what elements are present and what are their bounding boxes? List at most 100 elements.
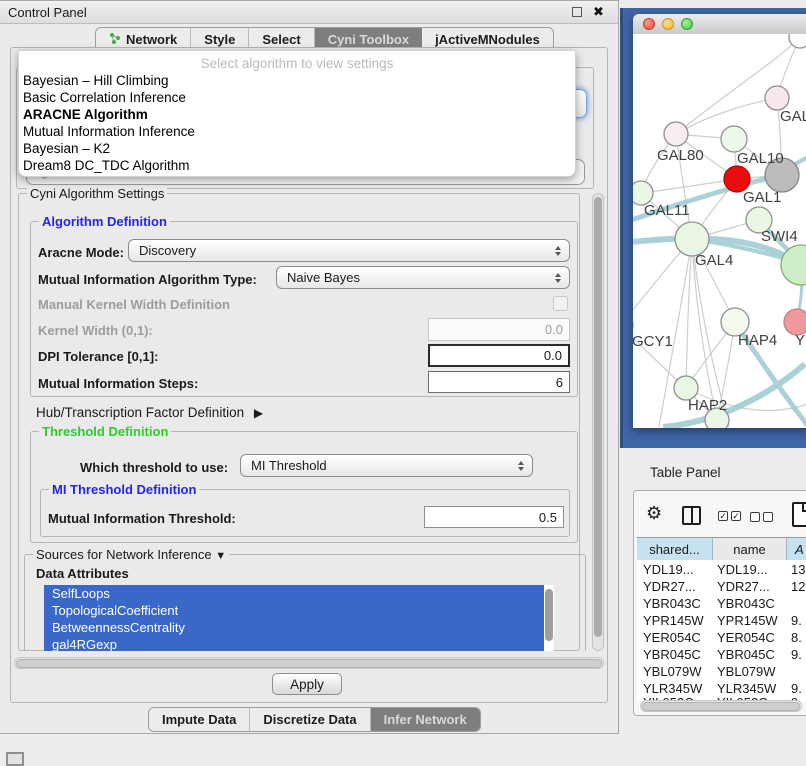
dpi-tolerance-field[interactable]: 0.0 bbox=[428, 344, 570, 367]
kernel-width-field: 0.0 bbox=[428, 318, 570, 341]
stepper-icon bbox=[518, 461, 524, 471]
table-row: YDR27... bbox=[643, 579, 696, 594]
threshold-definition-title: Threshold Definition bbox=[39, 424, 171, 439]
close-traffic-light[interactable] bbox=[643, 18, 655, 30]
node-gal80 bbox=[664, 122, 688, 146]
label-gal-cut: GAL bbox=[780, 108, 806, 125]
node-labels: GAL GAL80 GAL10 GAL1 GAL11 SWI4 GAL4 HAP… bbox=[633, 108, 806, 414]
list-item-gal4rgexp[interactable]: gal4RGexp bbox=[44, 636, 544, 651]
zoom-traffic-light[interactable] bbox=[681, 18, 693, 30]
network-icon bbox=[109, 32, 121, 48]
mi-threshold-field[interactable]: 0.5 bbox=[424, 506, 564, 528]
node-gal10 bbox=[721, 126, 747, 152]
control-panel-window: Control Panel ✖ Network Style Select Cyn… bbox=[0, 0, 619, 734]
stepper-icon bbox=[555, 246, 561, 256]
label-gal1: GAL1 bbox=[743, 189, 781, 206]
node-big-green bbox=[781, 245, 806, 285]
which-threshold-label: Which threshold to use: bbox=[80, 460, 228, 475]
tab-discretize-data[interactable]: Discretize Data bbox=[250, 708, 370, 731]
data-attributes-label: Data Attributes bbox=[36, 566, 129, 581]
dropdown-item-aracne[interactable]: ARACNE Algorithm bbox=[19, 106, 575, 123]
aracne-mode-combobox[interactable]: Discovery bbox=[128, 239, 570, 262]
attributes-list-scrollbar[interactable] bbox=[544, 585, 554, 651]
algorithm-definition-title: Algorithm Definition bbox=[39, 214, 170, 229]
dropdown-item-mutual-information[interactable]: Mutual Information Inference bbox=[19, 123, 575, 140]
label-gal4: GAL4 bbox=[695, 252, 733, 269]
list-item-selfloops[interactable]: SelfLoops bbox=[44, 585, 544, 602]
label-hap4: HAP4 bbox=[738, 332, 777, 349]
table-row: YBR043C bbox=[643, 596, 701, 611]
which-threshold-combobox[interactable]: MI Threshold bbox=[240, 454, 533, 477]
table-body[interactable]: YDL19...YDL19...13 YDR27...YDR27...12 YB… bbox=[637, 560, 806, 701]
close-icon[interactable]: ✖ bbox=[593, 4, 604, 20]
label-gal80: GAL80 bbox=[657, 147, 704, 164]
mi-steps-field[interactable]: 6 bbox=[428, 371, 570, 393]
column-header-name[interactable]: name bbox=[713, 538, 787, 561]
mi-threshold-definition-title: MI Threshold Definition bbox=[49, 482, 199, 497]
stepper-icon bbox=[555, 273, 561, 283]
sources-title[interactable]: Sources for Network Inference ▼ bbox=[33, 547, 229, 562]
dropdown-item-dream8[interactable]: Dream8 DC_TDC Algorithm bbox=[19, 157, 575, 174]
table-row: YBR045C bbox=[643, 647, 701, 662]
column-layout-icon[interactable] bbox=[682, 506, 701, 525]
kernel-width-label: Kernel Width (0,1): bbox=[38, 323, 153, 338]
node-gal4 bbox=[675, 222, 709, 256]
algorithm-dropdown-popup: Select algorithm to view settings Bayesi… bbox=[18, 50, 576, 177]
label-hap2: HAP2 bbox=[688, 397, 727, 414]
network-graph-canvas[interactable]: GAL GAL80 GAL10 GAL1 GAL11 SWI4 GAL4 HAP… bbox=[633, 34, 806, 428]
dropdown-item-basic-correlation[interactable]: Basic Correlation Inference bbox=[19, 89, 575, 106]
manual-kernel-width-checkbox[interactable] bbox=[553, 296, 568, 311]
float-window-icon[interactable] bbox=[572, 7, 582, 17]
dropdown-item-bayesian-hill-climbing[interactable]: Bayesian – Hill Climbing bbox=[19, 72, 575, 89]
table-row: YPR145W bbox=[643, 613, 704, 628]
table-panel: ⚙ ✓✓ shared... name A YDL19...YDL19...13… bbox=[633, 490, 806, 716]
table-row: YLR345W bbox=[643, 681, 702, 696]
apply-button[interactable]: Apply bbox=[272, 673, 342, 695]
dpi-tolerance-label: DPI Tolerance [0,1]: bbox=[38, 349, 158, 364]
table-header-row: shared... name A bbox=[637, 537, 806, 562]
network-window-titlebar bbox=[633, 14, 806, 35]
table-row: YER054C bbox=[643, 630, 701, 645]
table-row: YDL19... bbox=[643, 562, 694, 577]
table-panel-title: Table Panel bbox=[650, 465, 721, 480]
bottom-tabbar: Impute Data Discretize Data Infer Networ… bbox=[148, 707, 481, 732]
manual-kernel-width-label: Manual Kernel Width Definition bbox=[38, 297, 230, 312]
table-row: YBL079W bbox=[643, 664, 702, 679]
new-table-icon[interactable] bbox=[792, 502, 806, 527]
control-panel-title: Control Panel bbox=[8, 5, 87, 20]
aracne-mode-value: Discovery bbox=[139, 243, 196, 258]
aracne-mode-label: Aracne Mode: bbox=[38, 245, 124, 260]
tab-infer-network[interactable]: Infer Network bbox=[371, 708, 480, 731]
mi-threshold-label: Mutual Information Threshold: bbox=[48, 511, 236, 526]
hub-definition-toggle[interactable]: Hub/Transcription Factor Definition ▶ bbox=[36, 405, 263, 420]
network-view-window: GAL GAL80 GAL10 GAL1 GAL11 SWI4 GAL4 HAP… bbox=[633, 14, 806, 428]
mi-steps-label: Mutual Information Steps: bbox=[38, 376, 198, 391]
list-item-topologicalcoefficient[interactable]: TopologicalCoefficient bbox=[44, 602, 544, 619]
table-settings-button[interactable]: ⚙ bbox=[646, 503, 662, 524]
deselect-all-checkboxes-icon[interactable] bbox=[750, 512, 773, 522]
expanded-arrow-icon: ▼ bbox=[215, 550, 226, 562]
app-root: { "colors":{"selection_blue":"#3a68c8","… bbox=[0, 0, 806, 762]
settings-horizontal-scrollbar[interactable] bbox=[14, 657, 604, 669]
which-threshold-value: MI Threshold bbox=[251, 458, 327, 473]
table-horizontal-scrollbar[interactable] bbox=[640, 700, 802, 712]
control-panel-titlebar: Control Panel ✖ bbox=[0, 1, 618, 24]
settings-vertical-scrollbar[interactable] bbox=[592, 193, 604, 651]
data-attributes-list[interactable]: SelfLoops TopologicalCoefficient Between… bbox=[44, 585, 544, 651]
label-gal11: GAL11 bbox=[644, 202, 690, 219]
dropdown-item-bayesian-k2[interactable]: Bayesian – K2 bbox=[19, 140, 575, 157]
label-y-cut: Y bbox=[795, 332, 805, 349]
mi-algorithm-type-combobox[interactable]: Naive Bayes bbox=[276, 266, 570, 289]
dropdown-prompt: Select algorithm to view settings bbox=[19, 55, 575, 72]
cyni-algorithm-settings-title: Cyni Algorithm Settings bbox=[27, 186, 167, 201]
collapsed-arrow-icon: ▶ bbox=[254, 406, 263, 420]
list-item-betweennesscentrality[interactable]: BetweennessCentrality bbox=[44, 619, 544, 636]
label-gal10: GAL10 bbox=[737, 150, 784, 167]
select-all-checkboxes-icon[interactable]: ✓✓ bbox=[718, 511, 741, 521]
minimize-traffic-light[interactable] bbox=[662, 18, 674, 30]
collapsed-panel-icon[interactable] bbox=[6, 752, 24, 766]
tab-impute-data[interactable]: Impute Data bbox=[149, 708, 250, 731]
mi-algorithm-type-label: Mutual Information Algorithm Type: bbox=[38, 272, 257, 287]
column-header-shared-name[interactable]: shared... bbox=[637, 538, 713, 561]
column-header-partial[interactable]: A bbox=[787, 538, 806, 561]
